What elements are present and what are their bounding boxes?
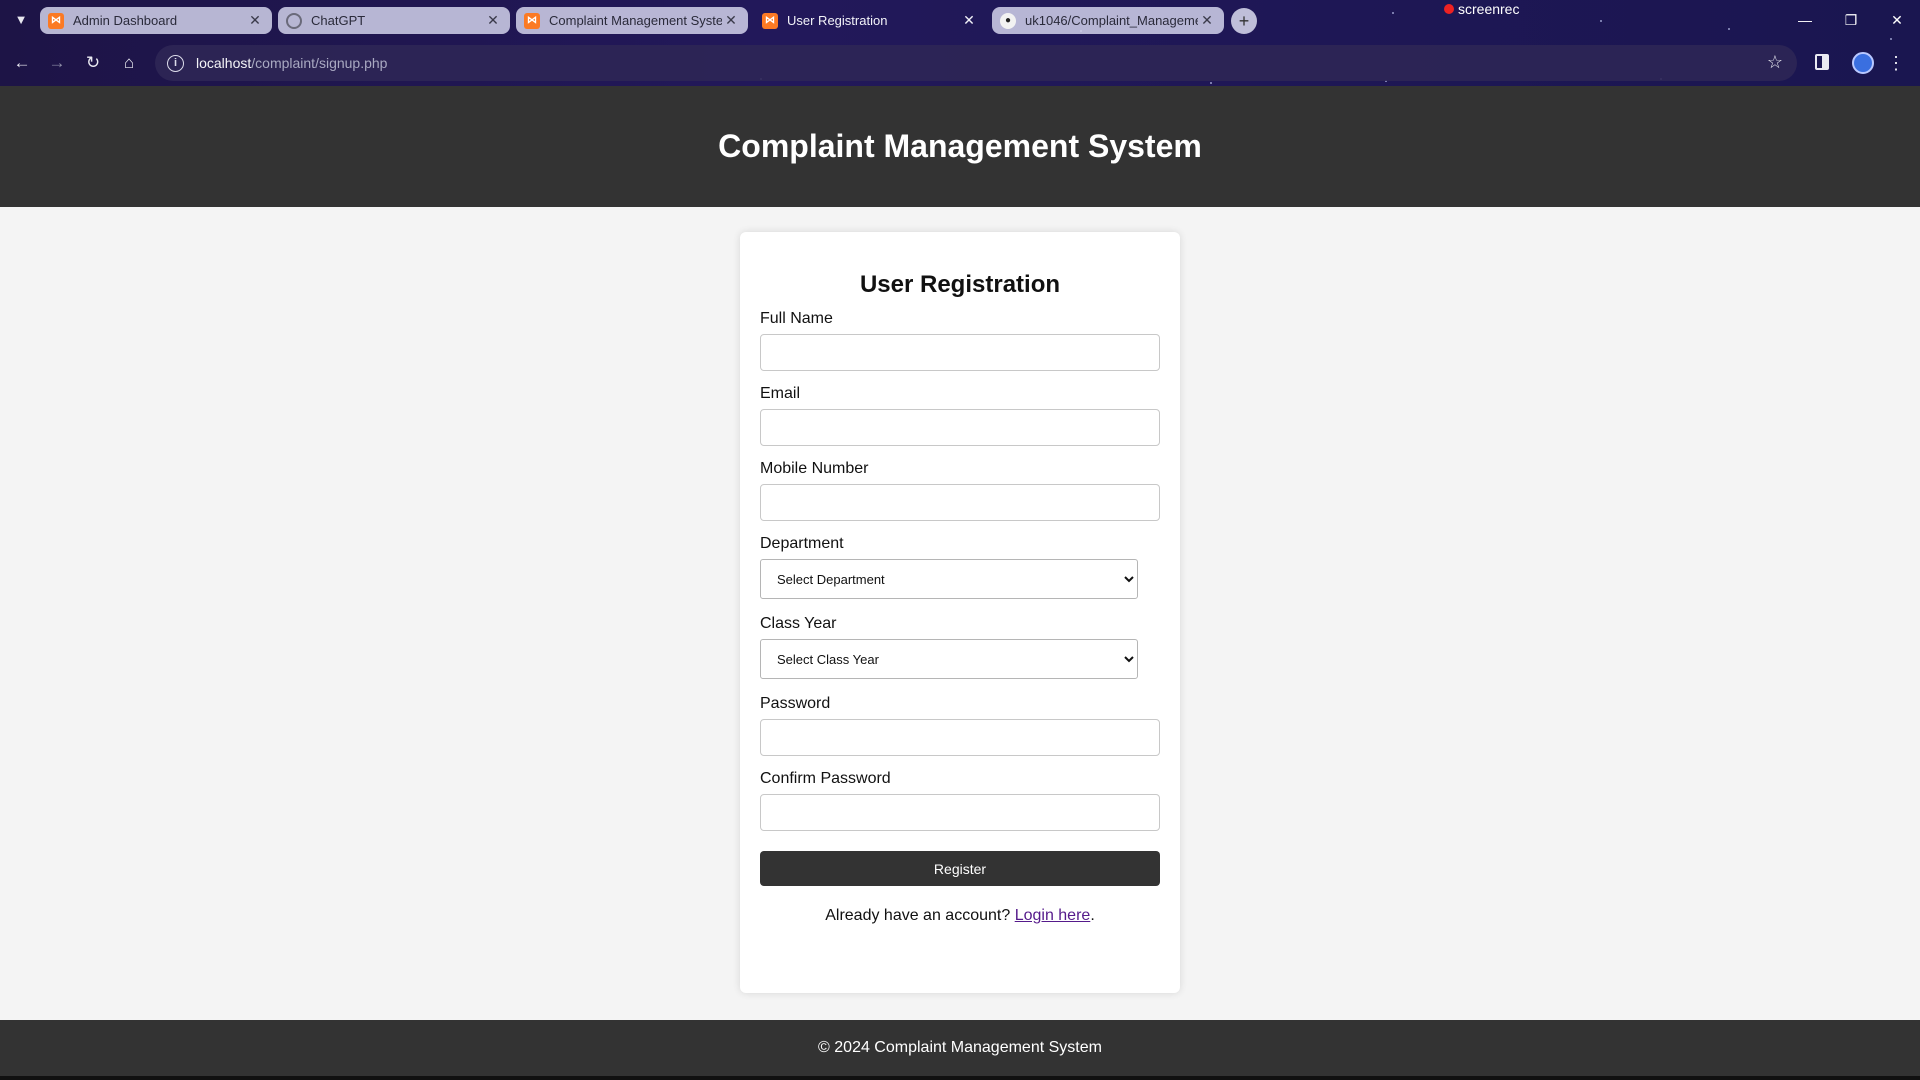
github-icon: ● — [1000, 12, 1016, 29]
login-prompt-text: Already have an account? — [825, 907, 1011, 924]
login-suffix: . — [1090, 907, 1095, 924]
tab-title: ChatGPT — [311, 13, 366, 28]
tab-user-registration[interactable]: ⋈ User Registration ✕ — [754, 7, 986, 34]
confirm-password-field-group: Confirm Password — [760, 770, 1160, 831]
form-title: User Registration — [859, 271, 1061, 298]
tab-title: Admin Dashboard — [73, 13, 178, 28]
class-year-select[interactable]: Select Class Year — [760, 639, 1138, 679]
full-name-input[interactable] — [760, 334, 1160, 371]
confirm-password-label: Confirm Password — [760, 770, 891, 787]
screen-recorder-badge: screenrec — [1444, 0, 1519, 18]
close-icon[interactable]: ✕ — [722, 12, 740, 30]
register-button[interactable]: Register — [760, 851, 1160, 886]
tab-title: User Registration — [787, 13, 888, 28]
tab-github-repo[interactable]: ● uk1046/Complaint_Management_System ✕ — [992, 7, 1224, 34]
site-footer: © 2024 Complaint Management System — [0, 1020, 1920, 1076]
back-arrow-icon[interactable]: ← — [9, 50, 35, 76]
department-field-group: Department Select Department — [760, 535, 1160, 599]
chatgpt-icon — [286, 12, 302, 29]
site-title: Complaint Management System — [718, 128, 1202, 164]
password-field-group: Password — [760, 695, 1160, 756]
restore-icon[interactable]: ❐ — [1828, 0, 1874, 40]
record-dot-icon — [1444, 4, 1454, 14]
browser-chrome: ▼ ⋈ Admin Dashboard ✕ ChatGPT ✕ ⋈ Compla… — [0, 0, 1920, 86]
department-label: Department — [760, 535, 844, 552]
close-icon[interactable]: ✕ — [484, 12, 502, 30]
bookmark-star-icon[interactable]: ☆ — [1767, 52, 1783, 73]
email-input[interactable] — [760, 409, 1160, 446]
site-header: Complaint Management System — [0, 86, 1920, 207]
xampp-icon: ⋈ — [524, 12, 540, 29]
forward-arrow-icon[interactable]: → — [44, 50, 70, 76]
close-icon[interactable]: ✕ — [1198, 12, 1216, 30]
browser-menu-kebab-icon[interactable]: ⋮ — [1886, 50, 1906, 76]
close-icon[interactable]: ✕ — [246, 12, 264, 30]
minimize-icon[interactable]: — — [1782, 0, 1828, 40]
tab-admin-dashboard[interactable]: ⋈ Admin Dashboard ✕ — [40, 7, 272, 34]
taskbar-edge — [0, 1076, 1920, 1080]
password-label: Password — [760, 695, 831, 712]
department-select[interactable]: Select Department — [760, 559, 1138, 599]
mobile-number-label: Mobile Number — [760, 460, 869, 477]
tab-chatgpt[interactable]: ChatGPT ✕ — [278, 7, 510, 34]
tab-search-chevron-icon[interactable]: ▼ — [10, 8, 32, 30]
tab-strip: ▼ ⋈ Admin Dashboard ✕ ChatGPT ✕ ⋈ Compla… — [0, 0, 1920, 40]
tab-title: Complaint Management System — [549, 13, 722, 28]
email-field-group: Email — [760, 385, 1160, 446]
class-year-label: Class Year — [760, 615, 837, 632]
tab-complaint-management-system[interactable]: ⋈ Complaint Management System ✕ — [516, 7, 748, 34]
tab-title: uk1046/Complaint_Management_System — [1025, 13, 1198, 28]
address-bar[interactable]: i localhost/complaint/signup.php ☆ — [155, 45, 1797, 81]
password-input[interactable] — [760, 719, 1160, 756]
login-prompt-line: Already have an account? Login here. — [760, 907, 1160, 925]
xampp-icon: ⋈ — [762, 12, 778, 29]
confirm-password-input[interactable] — [760, 794, 1160, 831]
profile-avatar[interactable] — [1852, 52, 1874, 74]
reload-icon[interactable]: ↻ — [80, 50, 106, 76]
site-info-icon[interactable]: i — [167, 54, 184, 72]
registration-card: User Registration Full Name Email Mobile… — [740, 232, 1180, 993]
side-panel-icon[interactable] — [1815, 54, 1829, 70]
new-tab-plus-icon[interactable]: + — [1231, 8, 1257, 34]
browser-toolbar: ← → ↻ ⌂ i localhost/complaint/signup.php… — [0, 45, 1920, 81]
home-icon[interactable]: ⌂ — [116, 50, 142, 76]
login-link[interactable]: Login here — [1015, 907, 1091, 924]
class-year-field-group: Class Year Select Class Year — [760, 615, 1160, 679]
mobile-number-input[interactable] — [760, 484, 1160, 521]
email-label: Email — [760, 385, 801, 402]
close-icon[interactable]: ✕ — [960, 12, 978, 30]
xampp-icon: ⋈ — [48, 12, 64, 29]
full-name-label: Full Name — [760, 310, 833, 327]
full-name-field-group: Full Name — [760, 310, 1160, 371]
mobile-field-group: Mobile Number — [760, 460, 1160, 521]
window-controls: — ❐ ✕ — [1782, 0, 1920, 40]
recorder-label: screenrec — [1458, 1, 1520, 17]
footer-copyright: © 2024 Complaint Management System — [818, 1039, 1102, 1056]
url-host: localhost — [196, 55, 252, 71]
close-window-icon[interactable]: ✕ — [1874, 0, 1920, 40]
url-path: /complaint/signup.php — [251, 55, 388, 71]
